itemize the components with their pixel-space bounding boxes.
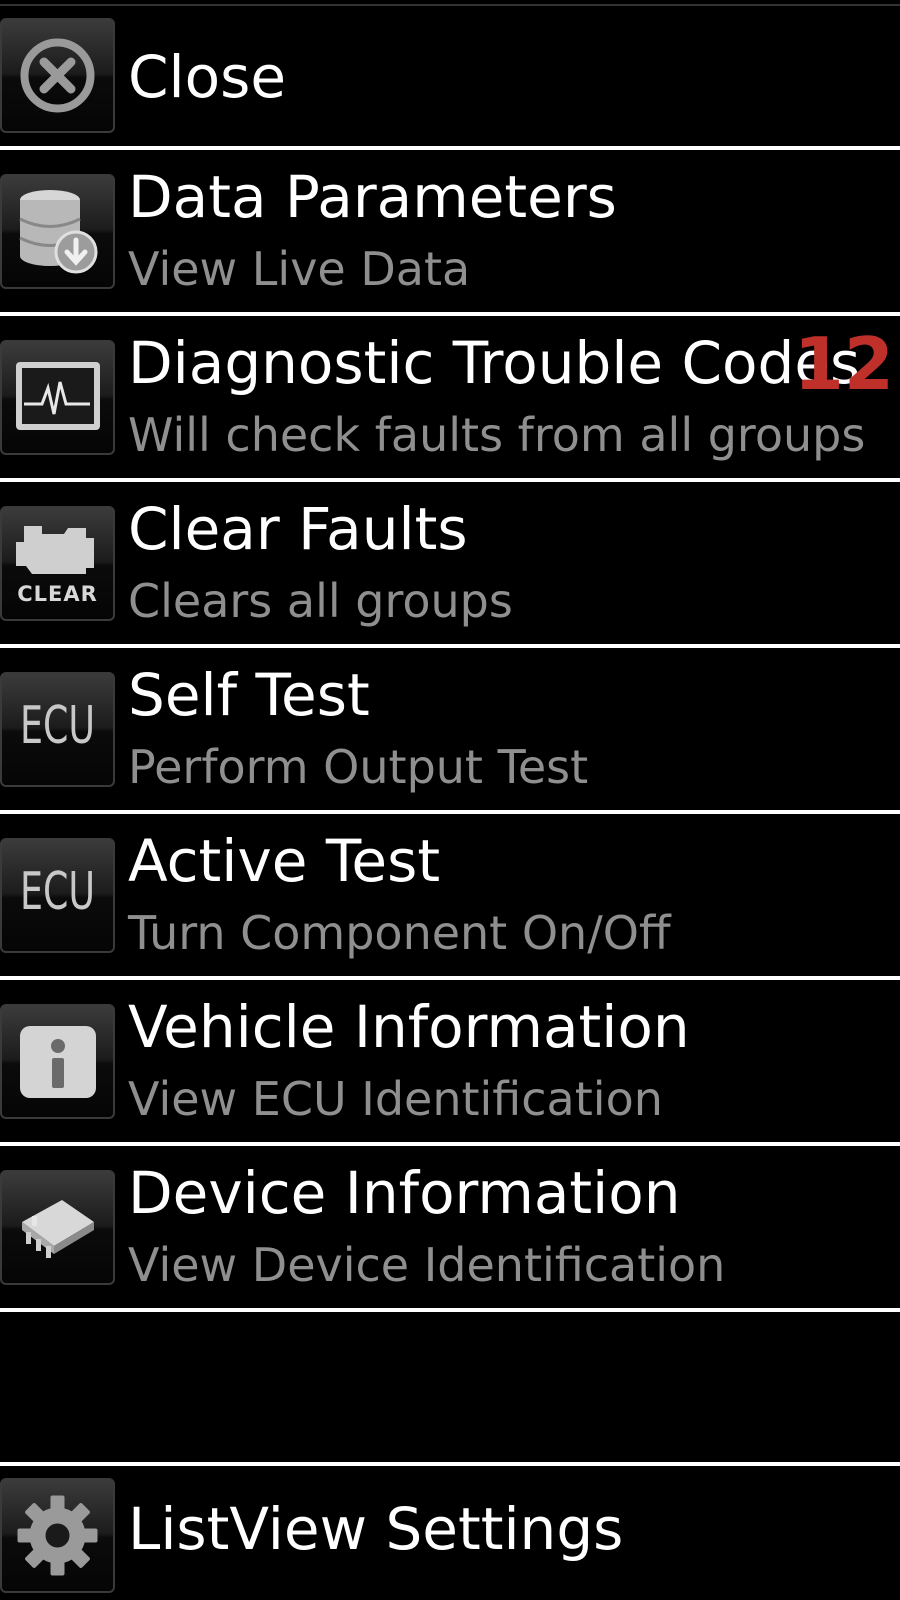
menu-item-subtitle: Turn Component On/Off <box>128 906 671 960</box>
menu-item-title: Active Test <box>128 827 441 895</box>
ecu-icon: ECU <box>0 838 115 953</box>
menu-item-title: ListView Settings <box>128 1495 624 1563</box>
listview-settings-button[interactable]: ListView Settings <box>0 1466 900 1600</box>
menu-item-subtitle: View ECU Identification <box>128 1072 663 1126</box>
menu-item-title: Data Parameters <box>128 163 617 231</box>
ecu-icon: ECU <box>0 672 115 787</box>
menu-item-subtitle: Perform Output Test <box>128 740 589 794</box>
monitor-pulse-icon <box>0 340 115 455</box>
chip-icon <box>0 1170 115 1285</box>
menu-item-device-information[interactable]: Device Information View Device Identific… <box>0 1146 900 1308</box>
ecu-label: ECU <box>19 862 96 922</box>
clear-label: CLEAR <box>17 582 98 606</box>
menu-item-title: Clear Faults <box>128 495 468 563</box>
ecu-label: ECU <box>19 696 96 756</box>
menu-item-subtitle: Will check faults from all groups <box>128 408 866 462</box>
menu-item-clear-faults[interactable]: CLEAR Clear Faults Clears all groups <box>0 482 900 644</box>
menu-item-subtitle: Clears all groups <box>128 574 513 628</box>
menu-item-diagnostic-trouble-codes[interactable]: Diagnostic Trouble Codes 12 Will check f… <box>0 316 900 478</box>
menu-item-data-parameters[interactable]: Data Parameters View Live Data <box>0 150 900 312</box>
info-icon <box>0 1004 115 1119</box>
menu-item-subtitle: View Device Identification <box>128 1238 726 1292</box>
database-download-icon <box>0 174 115 289</box>
menu-item-title: Vehicle Information <box>128 993 690 1061</box>
divider <box>0 1308 900 1312</box>
menu-item-title: Close <box>128 43 286 111</box>
fault-count-badge: 12 <box>793 322 894 406</box>
menu-item-self-test[interactable]: ECU Self Test Perform Output Test <box>0 648 900 810</box>
menu-item-active-test[interactable]: ECU Active Test Turn Component On/Off <box>0 814 900 976</box>
menu-item-title: Self Test <box>128 661 370 729</box>
menu-list: Close Data Parameters View Live Data Dia… <box>0 0 900 1600</box>
close-circle-icon <box>0 18 115 133</box>
menu-item-vehicle-information[interactable]: Vehicle Information View ECU Identificat… <box>0 980 900 1142</box>
menu-item-title: Device Information <box>128 1159 681 1227</box>
menu-item-subtitle: View Live Data <box>128 242 471 296</box>
engine-clear-icon: CLEAR <box>0 506 115 621</box>
menu-item-title: Diagnostic Trouble Codes <box>128 329 861 397</box>
menu-item-close[interactable]: Close <box>0 6 900 148</box>
gear-icon <box>0 1478 115 1593</box>
